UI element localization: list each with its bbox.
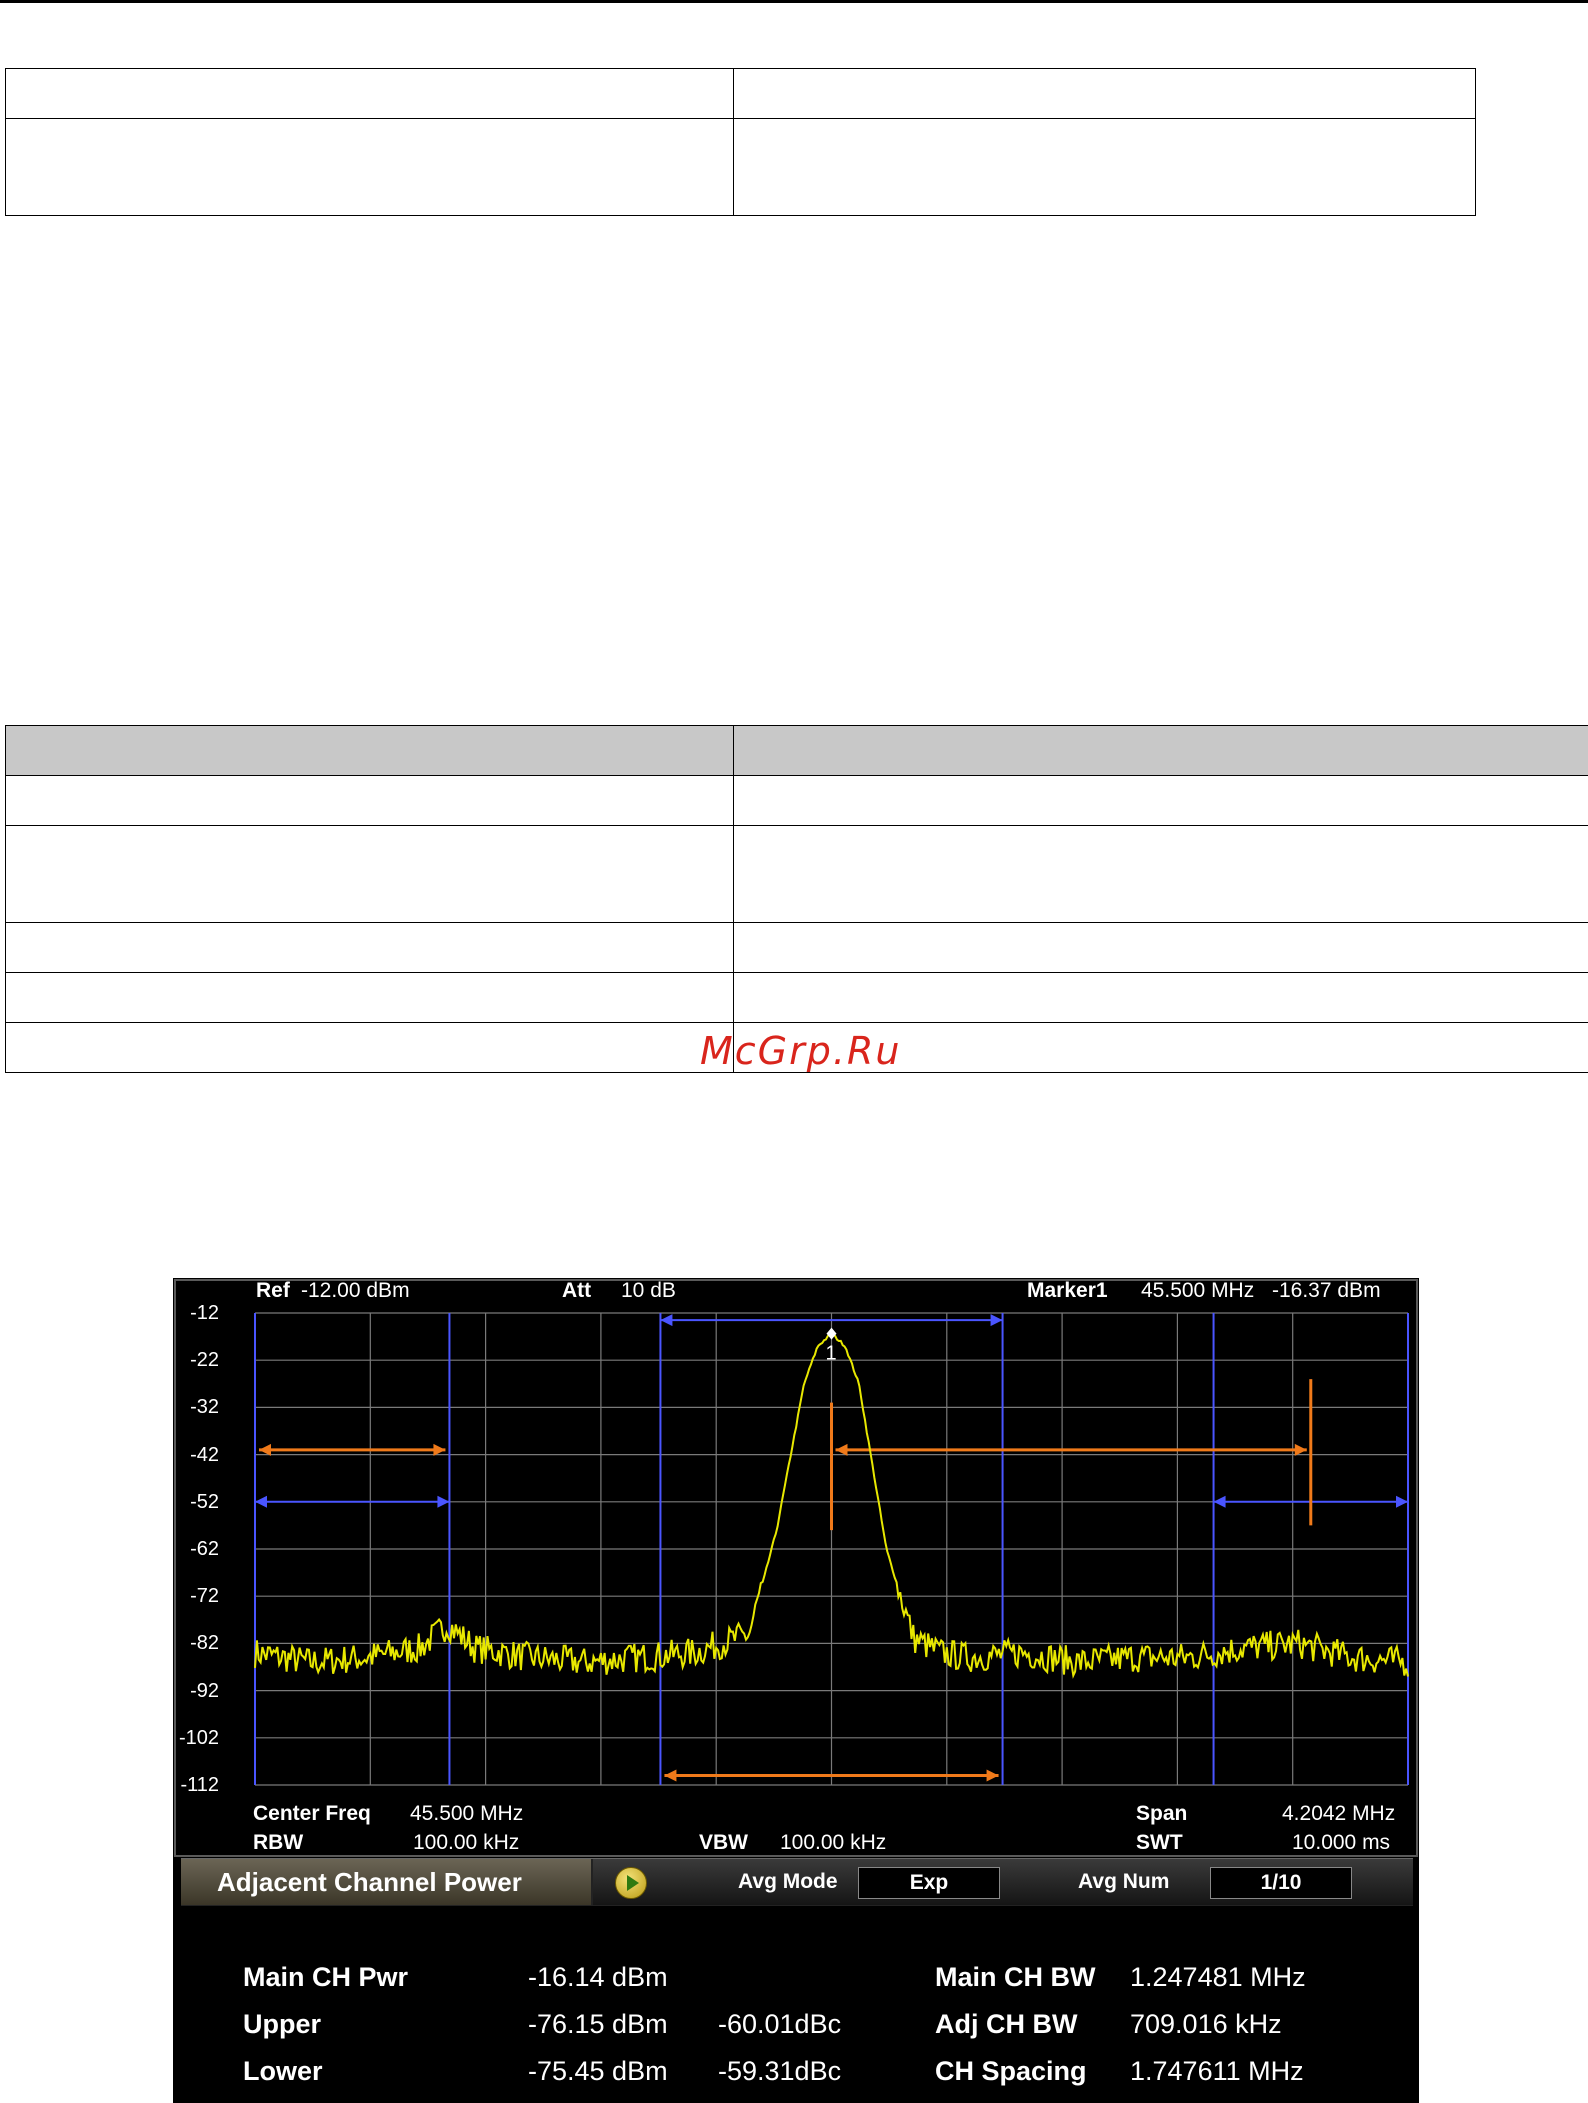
table-cell (733, 775, 1588, 826)
rbw-label: RBW (253, 1831, 304, 1854)
vbw-label: VBW (699, 1831, 748, 1854)
ch-spacing-value: 1.747611 MHz (1130, 2056, 1304, 2086)
span-value: 4.2042 MHz (1282, 1802, 1396, 1825)
table-cell (5, 118, 734, 216)
table-top (5, 68, 1476, 216)
table-row (5, 922, 1588, 973)
swt-label: SWT (1136, 1831, 1183, 1854)
main-ch-pwr-label: Main CH Pwr (243, 1962, 409, 1992)
avg-num-field[interactable]: 1/10 (1210, 1867, 1352, 1899)
spectrum-plot: 1 (174, 1279, 1418, 1857)
marker-freq: 45.500 MHz (1141, 1279, 1255, 1302)
table-row (5, 972, 1588, 1023)
table-cell (5, 922, 734, 973)
arrow-head (986, 1769, 999, 1782)
table-cell (733, 922, 1588, 973)
marker-label: Marker1 (1027, 1279, 1108, 1302)
upper-label: Upper (243, 2009, 322, 2039)
marker-1: 1 (826, 1327, 837, 1365)
y-tick-label: -72 (190, 1585, 219, 1608)
arrow-head (660, 1314, 673, 1327)
avg-mode-field[interactable]: Exp (858, 1867, 1000, 1899)
arrow-head (990, 1314, 1003, 1327)
vbw-value: 100.00 kHz (780, 1831, 887, 1854)
att-value: 10 dB (621, 1279, 676, 1302)
table-row (5, 68, 1476, 119)
measurement-title[interactable]: Adjacent Channel Power (181, 1859, 593, 1905)
measurement-bar: Adjacent Channel Power Avg Mode Exp Avg … (181, 1858, 1413, 1906)
lower-dbc: -59.31dBc (718, 2056, 842, 2086)
page-top-rule (0, 0, 1588, 3)
table-header-cell (5, 725, 734, 776)
lower-label: Lower (243, 2056, 323, 2086)
avg-num-label: Avg Num (1078, 1870, 1170, 1893)
ref-value: -12.00 dBm (301, 1279, 410, 1302)
y-tick-label: -52 (190, 1490, 219, 1513)
table-cell (733, 972, 1588, 1023)
y-tick-label: -92 (190, 1679, 219, 1702)
ch-spacing-label: CH Spacing (935, 2056, 1087, 2086)
main-ch-bw-label: Main CH BW (935, 1962, 1096, 1992)
table-cell (5, 775, 734, 826)
table-row (5, 118, 1476, 216)
table-cell (733, 118, 1476, 216)
spectrum-analyzer-screen: 1 -12 -22 -32 -42 -52 -62 -72 -82 -92 -102 -112 Re… (173, 1278, 1419, 2103)
table-row (5, 825, 1588, 923)
main-ch-pwr-value: -16.14 dBm (528, 1962, 668, 1992)
avg-mode-label: Avg Mode (738, 1870, 838, 1893)
span-label: Span (1136, 1802, 1188, 1825)
table-cell (5, 972, 734, 1023)
center-freq-label: Center Freq (253, 1802, 371, 1825)
y-tick-label: -62 (190, 1538, 219, 1560)
table-parameters (5, 725, 1588, 1073)
marker-level: -16.37 dBm (1272, 1279, 1381, 1302)
y-tick-label: -32 (190, 1396, 219, 1419)
center-freq-value: 45.500 MHz (410, 1802, 524, 1825)
y-tick-label: -42 (190, 1443, 219, 1466)
plot-grid (254, 1312, 1409, 1786)
table-cell (5, 1022, 734, 1073)
y-tick-label: -102 (178, 1726, 219, 1749)
adj-ch-bw-value: 709.016 kHz (1130, 2009, 1282, 2039)
table-cell (733, 68, 1476, 119)
y-tick-label: -22 (190, 1349, 219, 1372)
upper-value: -76.15 dBm (528, 2009, 668, 2039)
table-cell (733, 825, 1588, 923)
ref-label: Ref (256, 1279, 290, 1302)
arrow-head (664, 1769, 677, 1782)
upper-dbc: -60.01dBc (718, 2009, 842, 2039)
arrow-head (1396, 1495, 1409, 1508)
play-icon[interactable] (615, 1867, 647, 1899)
swt-value: 10.000 ms (1292, 1831, 1391, 1854)
arrow-head (437, 1495, 450, 1508)
y-tick-label: -12 (190, 1302, 219, 1324)
att-label: Att (562, 1279, 592, 1302)
watermark-text: McGrp.Ru (700, 1029, 902, 1073)
table-header-row (5, 725, 1588, 776)
y-tick-label: -82 (190, 1632, 219, 1655)
y-tick-label: -112 (180, 1774, 219, 1796)
arrow-head (254, 1495, 267, 1508)
arrow-head (1213, 1495, 1226, 1508)
table-cell (5, 68, 734, 119)
rbw-value: 100.00 kHz (413, 1831, 520, 1854)
table-cell (5, 825, 734, 923)
marker-number: 1 (826, 1343, 837, 1365)
table-row (5, 775, 1588, 826)
adj-ch-bw-label: Adj CH BW (935, 2009, 1078, 2039)
table-header-cell (733, 725, 1588, 776)
plot-frame (174, 1279, 1418, 1857)
main-ch-bw-value: 1.247481 MHz (1130, 1962, 1306, 1992)
lower-value: -75.45 dBm (528, 2056, 668, 2086)
